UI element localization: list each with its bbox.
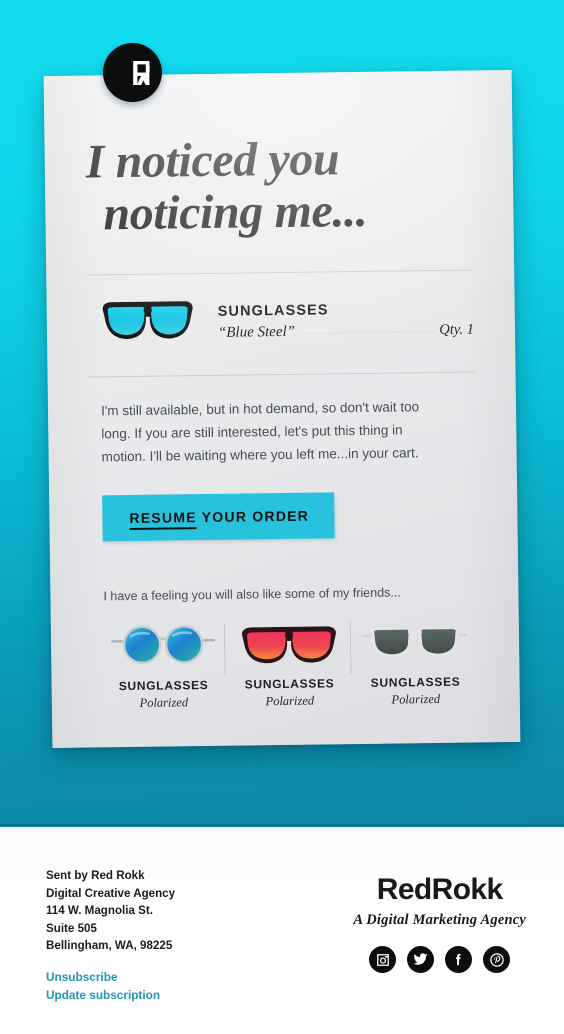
sunglasses-red-wayfarer-icon — [226, 618, 353, 668]
resume-order-label-underlined: RESUME — [129, 509, 197, 531]
email-hero-background: I noticed you noticing me... SUNGLASSES … — [0, 0, 564, 827]
list-item-title: SUNGLASSES — [370, 675, 461, 691]
email-card: I noticed you noticing me... SUNGLASSES … — [43, 69, 521, 749]
headline-line-1: I noticed you — [85, 132, 340, 189]
list-item[interactable]: SUNGLASSES Polarized — [100, 620, 227, 712]
resume-order-label: RESUME YOUR ORDER — [129, 507, 310, 531]
address-line-5: Bellingham, WA, 98225 — [46, 939, 173, 953]
list-item-subtitle: Polarized — [265, 693, 315, 709]
recommendations-list: SUNGLASSES Polarized SUNGLASSES Polarize… — [92, 599, 479, 712]
cta-container: RESUME YOUR ORDER — [90, 464, 477, 542]
brand-wordmark: RedRokk — [376, 873, 503, 906]
list-item-title: SUNGLASSES — [244, 676, 335, 692]
cart-item-name: “Blue Steel” — [217, 323, 296, 341]
sunglasses-blue-wayfarer-icon — [100, 295, 197, 351]
social-links — [353, 946, 526, 973]
footer-links: Unsubscribe Update subscription — [46, 969, 175, 1004]
unsubscribe-link[interactable]: Unsubscribe — [46, 969, 175, 987]
list-item-subtitle: Polarized — [391, 692, 441, 707]
sunglasses-round-teal-icon — [100, 620, 227, 670]
list-item-title: SUNGLASSES — [118, 678, 209, 694]
instagram-icon[interactable] — [369, 946, 397, 973]
list-item-subtitle: Polarized — [139, 695, 189, 711]
sender-address: Sent by Red Rokk Digital Creative Agency… — [46, 867, 175, 955]
dotted-leader — [299, 331, 435, 334]
list-item[interactable]: SUNGLASSES Polarized — [352, 617, 479, 709]
address-line-3: 114 W. Magnolia St. — [46, 904, 153, 918]
resume-order-label-rest: YOUR ORDER — [196, 507, 310, 526]
cart-item-title: SUNGLASSES — [217, 302, 329, 320]
address-line-2: Digital Creative Agency — [46, 886, 176, 900]
cart-item-row[interactable]: SUNGLASSES “Blue Steel” Qty. 1 — [87, 270, 474, 351]
cart-item-quantity: Qty. 1 — [439, 321, 475, 339]
twitter-icon[interactable] — [407, 946, 435, 973]
update-subscription-link[interactable]: Update subscription — [46, 987, 175, 1005]
address-line-1: Sent by Red Rokk — [46, 869, 145, 882]
footer-left: Sent by Red Rokk Digital Creative Agency… — [46, 867, 175, 1034]
facebook-icon[interactable] — [445, 946, 473, 973]
brand-tagline: A Digital Marketing Agency — [353, 912, 526, 928]
cart-item-meta: “Blue Steel” Qty. 1 — [218, 322, 474, 342]
list-item[interactable]: SUNGLASSES Polarized — [226, 618, 353, 710]
cart-item-details: SUNGLASSES “Blue Steel” Qty. 1 — [218, 299, 475, 342]
sunglasses-clear-gray-icon — [352, 617, 479, 667]
pinterest-icon[interactable] — [483, 946, 511, 973]
footer-right: RedRokk A Digital Marketing Agency — [353, 867, 526, 1034]
address-line-4: Suite 505 — [46, 921, 97, 935]
redrokk-monogram-icon — [103, 43, 162, 102]
email-footer: Sent by Red Rokk Digital Creative Agency… — [0, 827, 564, 1034]
recommendations-lead: I have a feeling you will also like some… — [103, 585, 401, 604]
headline-line-2: noticing me... — [103, 183, 368, 241]
body-copy: I'm still available, but in hot demand, … — [100, 398, 420, 465]
resume-order-button[interactable]: RESUME YOUR ORDER — [102, 492, 335, 542]
